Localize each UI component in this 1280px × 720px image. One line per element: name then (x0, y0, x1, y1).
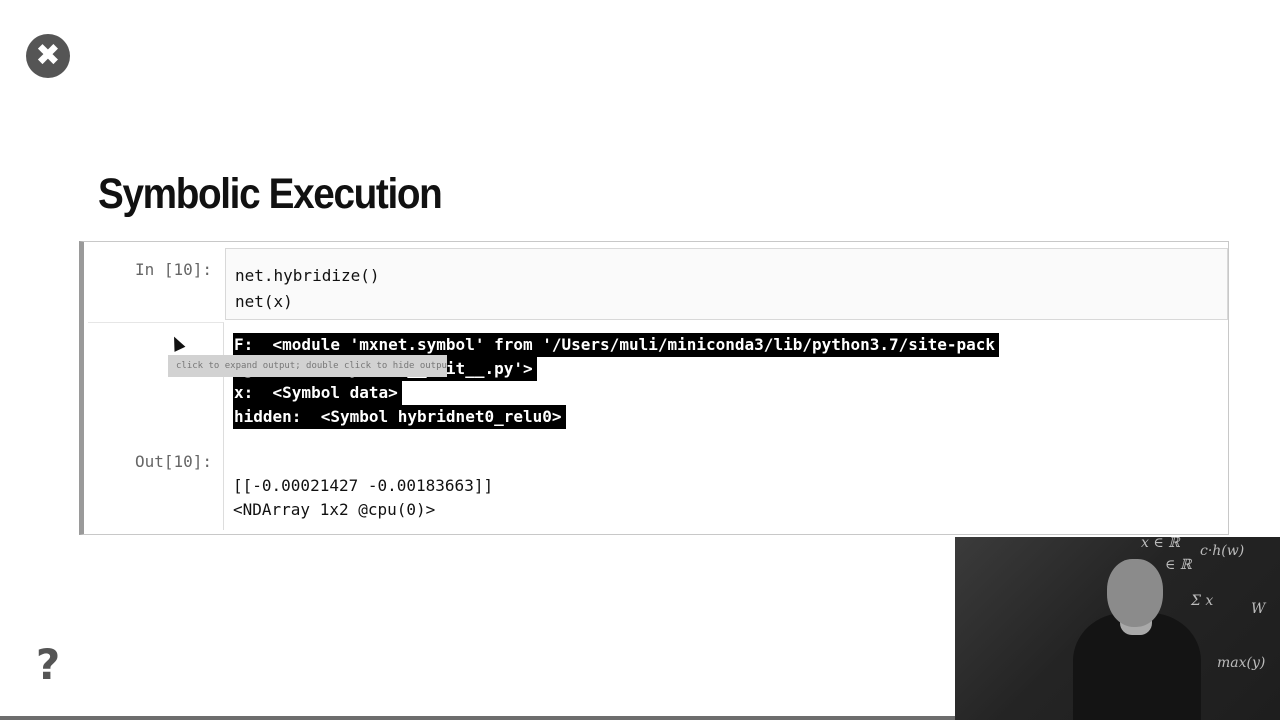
board-scribble: W (1251, 601, 1266, 617)
output-prompt-gutter[interactable] (88, 322, 224, 530)
board-scribble: c·h(w) (1200, 543, 1245, 559)
code-input-area[interactable]: net.hybridize() net(x) (225, 248, 1228, 320)
board-scribble: max(y) (1217, 655, 1266, 671)
speaker-video: x ∈ ℝ c·h(w) ∈ ℝ Σ x W max(y) (955, 537, 1280, 720)
help-icon[interactable]: ? (30, 640, 66, 690)
stream-output-line: x: <Symbol data> (233, 381, 402, 405)
notebook-cell[interactable]: In [10]: net.hybridize() net(x) F: <modu… (79, 241, 1229, 535)
close-icon[interactable]: ✖ (26, 34, 70, 78)
output-prompt: Out[10]: (134, 452, 212, 471)
code-line: net.hybridize() (235, 266, 380, 285)
speaker-head (1107, 559, 1163, 627)
progress-bar (0, 716, 955, 720)
stream-output-line: hidden: <Symbol hybridnet0_relu0> (233, 405, 566, 429)
result-output-line: [[-0.00021427 -0.00183663]] (233, 476, 494, 495)
board-scribble: ∈ ℝ (1165, 557, 1192, 573)
slide: ✖ Symbolic Execution In [10]: net.hybrid… (0, 0, 1280, 720)
stream-output-line: F: <module 'mxnet.symbol' from '/Users/m… (233, 333, 999, 357)
result-output-line: <NDArray 1x2 @cpu(0)> (233, 500, 436, 519)
code-line: net(x) (235, 292, 293, 311)
output-tooltip: click to expand output; double click to … (168, 355, 447, 377)
slide-title: Symbolic Execution (98, 170, 443, 218)
board-scribble: x ∈ ℝ (1141, 537, 1180, 551)
board-scribble: Σ x (1191, 593, 1214, 609)
input-prompt: In [10]: (134, 260, 212, 279)
